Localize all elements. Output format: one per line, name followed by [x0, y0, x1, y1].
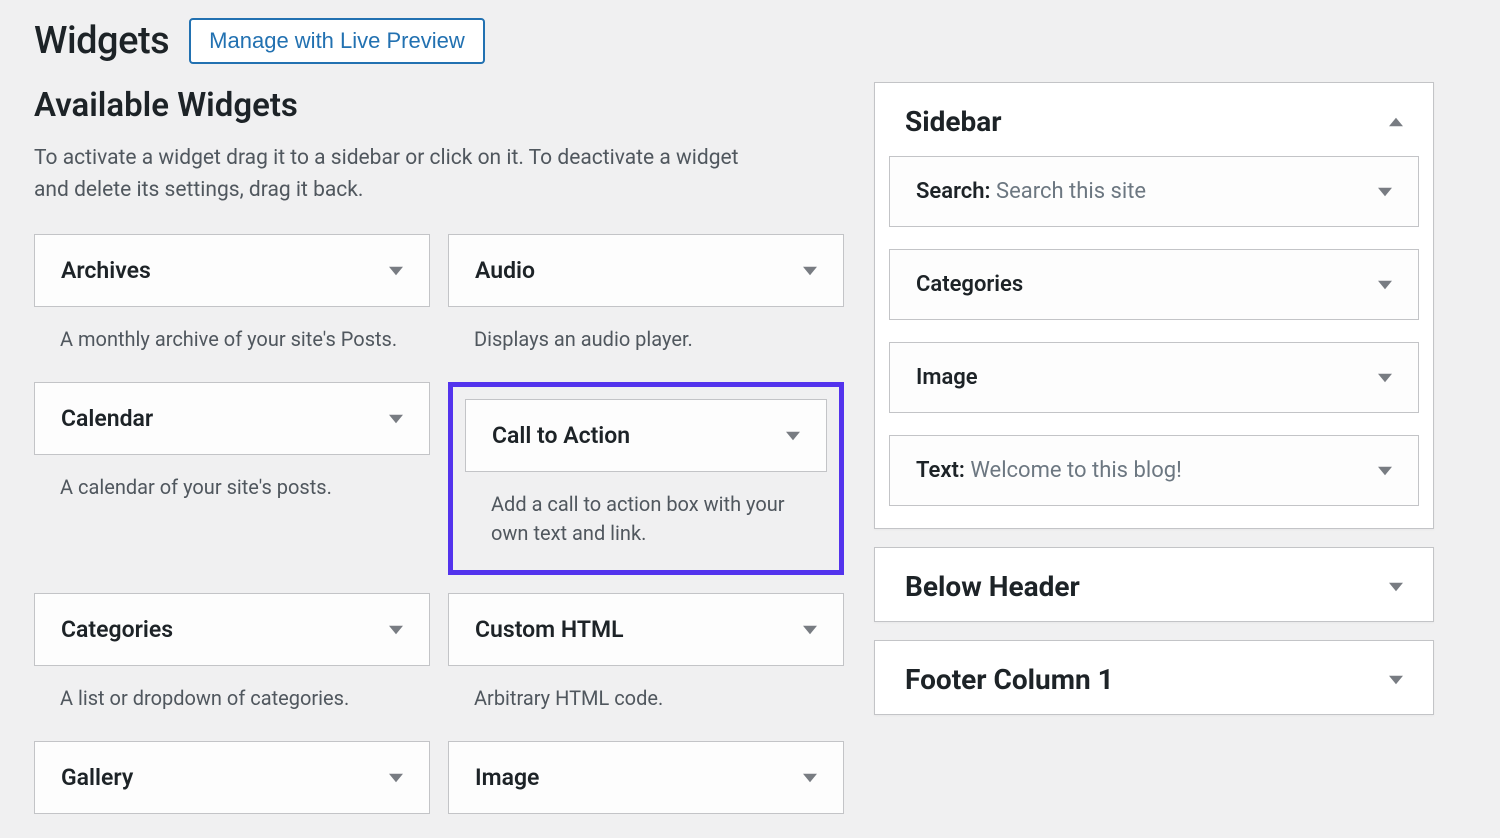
widget-title: Archives: [61, 257, 151, 284]
widget-handle[interactable]: Custom HTML: [448, 593, 844, 666]
placed-widget-label: Text: Welcome to this blog!: [916, 458, 1182, 483]
chevron-down-icon: [1378, 185, 1392, 199]
widget-area: Below Header: [874, 547, 1434, 622]
widget-title: Gallery: [61, 764, 133, 791]
available-widget: Call to Action Add a call to action box w…: [448, 382, 844, 575]
chevron-down-icon: [389, 623, 403, 637]
widget-area-title: Below Header: [905, 570, 1080, 603]
available-widget: Archives A monthly archive of your site's…: [34, 234, 430, 364]
placed-widget[interactable]: Image: [889, 342, 1419, 413]
widget-handle[interactable]: Audio: [448, 234, 844, 307]
chevron-down-icon: [1378, 278, 1392, 292]
placed-widget[interactable]: Text: Welcome to this blog!: [889, 435, 1419, 506]
chevron-down-icon: [1378, 464, 1392, 478]
chevron-down-icon: [803, 264, 817, 278]
widget-area-items: Search: Search this site Categories Image T…: [875, 156, 1433, 528]
placed-widget[interactable]: Categories: [889, 249, 1419, 320]
available-widget: Image: [448, 741, 844, 814]
available-widgets-panel: Available Widgets To activate a widget d…: [34, 76, 844, 814]
placed-widget-subtitle: Search this site: [996, 179, 1146, 204]
chevron-down-icon: [389, 412, 403, 426]
placed-widget[interactable]: Search: Search this site: [889, 156, 1419, 227]
widget-handle[interactable]: Call to Action: [465, 399, 827, 472]
widget-handle[interactable]: Gallery: [34, 741, 430, 814]
widget-handle[interactable]: Archives: [34, 234, 430, 307]
widget-title: Categories: [61, 616, 173, 643]
widget-handle[interactable]: Categories: [34, 593, 430, 666]
widget-description: Displays an audio player.: [448, 307, 844, 364]
widget-title: Custom HTML: [475, 616, 624, 643]
widget-area-title: Sidebar: [905, 105, 1002, 138]
available-widgets-heading: Available Widgets: [34, 86, 844, 125]
widget-area-title: Footer Column 1: [905, 663, 1114, 696]
chevron-down-icon: [786, 429, 800, 443]
page-title: Widgets: [34, 19, 169, 63]
widget-title: Call to Action: [492, 422, 630, 449]
widget-area-header[interactable]: Footer Column 1: [875, 641, 1433, 714]
placed-widget-label: Categories: [916, 272, 1023, 297]
widget-title: Image: [475, 764, 539, 791]
chevron-down-icon: [389, 771, 403, 785]
widget-handle[interactable]: Image: [448, 741, 844, 814]
manage-live-preview-button[interactable]: Manage with Live Preview: [189, 18, 485, 64]
available-widget: Calendar A calendar of your site's posts.: [34, 382, 430, 575]
widget-area: Sidebar Search: Search this site Categorie…: [874, 82, 1434, 529]
widget-areas-panel: Sidebar Search: Search this site Categorie…: [874, 82, 1434, 814]
available-widget: Gallery: [34, 741, 430, 814]
widget-area: Footer Column 1: [874, 640, 1434, 715]
widget-description: Arbitrary HTML code.: [448, 666, 844, 723]
widget-title: Audio: [475, 257, 535, 284]
chevron-down-icon: [803, 623, 817, 637]
available-widget: Custom HTML Arbitrary HTML code.: [448, 593, 844, 723]
chevron-down-icon: [1389, 580, 1403, 594]
widget-description: A monthly archive of your site's Posts.: [34, 307, 430, 364]
available-widget: Categories A list or dropdown of categori…: [34, 593, 430, 723]
placed-widget-subtitle: Welcome to this blog!: [970, 458, 1181, 483]
chevron-down-icon: [1378, 371, 1392, 385]
chevron-down-icon: [389, 264, 403, 278]
widget-description: A list or dropdown of categories.: [34, 666, 430, 723]
available-widget: Audio Displays an audio player.: [448, 234, 844, 364]
widget-area-header[interactable]: Sidebar: [875, 83, 1433, 156]
widget-title: Calendar: [61, 405, 153, 432]
widget-description: A calendar of your site's posts.: [34, 455, 430, 512]
placed-widget-label: Image: [916, 365, 978, 390]
chevron-down-icon: [803, 771, 817, 785]
available-widgets-description: To activate a widget drag it to a sideba…: [34, 143, 754, 206]
chevron-up-icon: [1389, 115, 1403, 129]
widget-area-header[interactable]: Below Header: [875, 548, 1433, 621]
widget-description: Add a call to action box with your own t…: [465, 472, 827, 558]
chevron-down-icon: [1389, 673, 1403, 687]
placed-widget-label: Search: Search this site: [916, 179, 1146, 204]
widget-handle[interactable]: Calendar: [34, 382, 430, 455]
